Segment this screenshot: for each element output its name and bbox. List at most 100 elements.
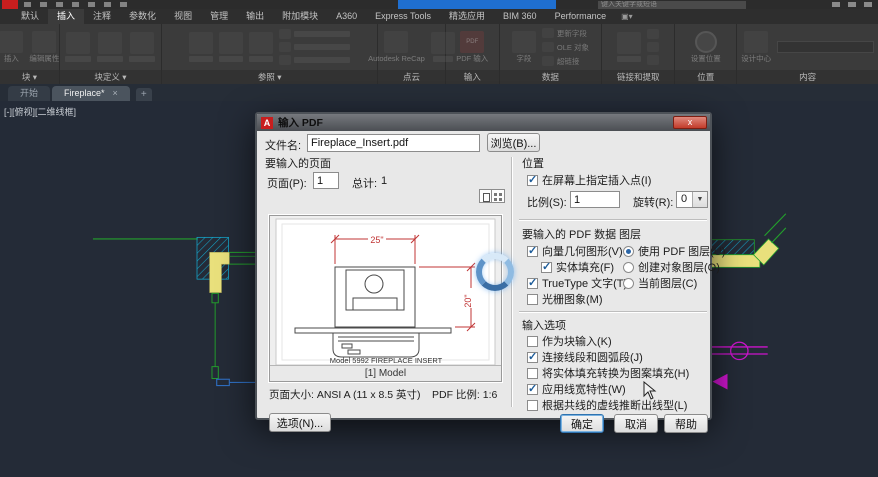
vector-geometry-checkbox[interactable]: 向量几何图形(V): [527, 243, 623, 259]
underlay-layers-icon[interactable]: [279, 29, 292, 39]
solid-fills-checkbox[interactable]: 实体填充(F): [541, 259, 614, 275]
tab-manage[interactable]: 管理: [201, 9, 237, 24]
undo-icon[interactable]: [88, 2, 95, 7]
panel-label-reference[interactable]: 参照 ▾: [162, 70, 378, 84]
workspace-icon[interactable]: [120, 2, 127, 7]
autocad-logo-icon[interactable]: [2, 0, 18, 9]
signin-icon[interactable]: [832, 2, 840, 7]
panel-label-location[interactable]: 位置: [675, 70, 737, 84]
file-name-input[interactable]: [307, 134, 480, 152]
checkbox-icon[interactable]: [527, 173, 538, 186]
tab-performance[interactable]: Performance: [546, 9, 616, 24]
tab-home[interactable]: 默认: [12, 9, 48, 24]
checkbox-icon[interactable]: [527, 276, 538, 289]
raster-images-checkbox[interactable]: 光栅图象(M): [527, 291, 603, 307]
checkbox-icon[interactable]: [527, 350, 538, 363]
tab-a360[interactable]: A360: [327, 9, 366, 24]
single-page-view-button[interactable]: [479, 189, 492, 203]
chevron-down-icon[interactable]: ▼: [692, 192, 707, 207]
dialog-close-button[interactable]: x: [673, 116, 707, 129]
infer-linetypes-checkbox[interactable]: 根据共线的虚线推断出线型(L): [527, 397, 687, 413]
tab-insert[interactable]: 插入: [48, 9, 85, 24]
quick-access-toolbar[interactable]: [24, 2, 127, 7]
open-icon[interactable]: [40, 2, 47, 7]
download-icon[interactable]: [647, 55, 660, 65]
insert-block-button[interactable]: 插入: [0, 31, 24, 63]
redo-icon[interactable]: [104, 2, 111, 7]
create-object-layers-radio[interactable]: 创建对象图层(O): [623, 259, 720, 275]
update-fields-button[interactable]: 更新字段: [541, 28, 589, 39]
ok-button[interactable]: 确定: [560, 414, 604, 433]
pdf-import-button[interactable]: PDF PDF 输入: [456, 31, 488, 63]
close-tab-icon[interactable]: ×: [113, 86, 118, 101]
ribbon-options-icon[interactable]: ▣▾: [615, 9, 639, 24]
upload-icon[interactable]: [647, 42, 660, 52]
print-icon[interactable]: [72, 2, 79, 7]
save-icon[interactable]: [56, 2, 63, 7]
create-block-button[interactable]: [65, 32, 92, 62]
tab-addins[interactable]: 附加模块: [273, 9, 327, 24]
help-button[interactable]: 帮助: [664, 414, 708, 433]
browse-button[interactable]: 浏览(B)...: [487, 133, 540, 152]
panel-label-block[interactable]: 块 ▾: [0, 70, 59, 84]
panel-label-content[interactable]: 内容: [737, 70, 878, 84]
panel-label-block-definition[interactable]: 块定义 ▾: [59, 70, 162, 84]
checkbox-icon[interactable]: [541, 260, 552, 273]
snap-underlay-icon[interactable]: [279, 55, 292, 65]
set-location-button[interactable]: 设置位置: [691, 31, 721, 63]
checkbox-icon[interactable]: [527, 244, 538, 257]
data-extraction-button[interactable]: [617, 32, 642, 62]
tab-output[interactable]: 输出: [237, 9, 273, 24]
checkbox-icon[interactable]: [527, 335, 538, 347]
new-icon[interactable]: [24, 2, 31, 7]
adjust-button[interactable]: [249, 32, 274, 62]
options-button[interactable]: 选项(N)...: [269, 413, 331, 432]
panel-label-linking[interactable]: 链接和提取: [602, 70, 675, 84]
checkbox-icon[interactable]: [527, 367, 538, 379]
tab-annotate[interactable]: 注释: [84, 9, 120, 24]
panel-label-import[interactable]: 输入: [445, 70, 499, 84]
tab-view[interactable]: 视图: [165, 9, 201, 24]
clip-button[interactable]: [219, 32, 244, 62]
pdf-preview-box[interactable]: 25" 20" Model 5992 FIREPLACE INSERT [1] …: [269, 215, 502, 382]
import-as-block-checkbox[interactable]: 作为块输入(K): [527, 333, 612, 349]
panel-label-point-cloud[interactable]: 点云: [378, 70, 445, 84]
page-number-input[interactable]: [313, 172, 339, 189]
tab-featured-apps[interactable]: 精选应用: [440, 9, 494, 24]
design-center-button[interactable]: 设计中心: [741, 31, 771, 63]
file-tab-start[interactable]: 开始: [8, 86, 51, 101]
specify-on-screen-checkbox[interactable]: 在屏幕上指定插入点(I): [527, 172, 651, 188]
recap-button[interactable]: Autodesk ReCap: [368, 31, 425, 63]
frame-icon[interactable]: [279, 42, 292, 52]
radio-icon[interactable]: [623, 245, 634, 257]
checkbox-icon[interactable]: [527, 382, 538, 395]
ole-object-button[interactable]: OLE 对象: [541, 42, 589, 53]
convert-solids-checkbox[interactable]: 将实体填充转换为图案填充(H): [527, 365, 689, 381]
checkbox-icon[interactable]: [527, 399, 538, 411]
cancel-button[interactable]: 取消: [614, 414, 658, 433]
edit-attribute-button[interactable]: 编辑属性: [29, 31, 59, 63]
link-data-icon[interactable]: [647, 29, 660, 39]
hyperlink-button[interactable]: 超链接: [541, 56, 589, 67]
attach-button[interactable]: [189, 32, 214, 62]
define-attributes-button[interactable]: [97, 32, 124, 62]
content-search-input[interactable]: [777, 41, 875, 53]
help-icon[interactable]: [864, 2, 872, 7]
current-layer-radio[interactable]: 当前图层(C): [623, 275, 697, 291]
radio-icon[interactable]: [623, 261, 634, 273]
radio-icon[interactable]: [623, 277, 634, 289]
apply-lineweight-checkbox[interactable]: 应用线宽特性(W): [527, 381, 626, 397]
titlebar-icons[interactable]: [832, 2, 872, 7]
help-search-input[interactable]: 键入关键字或短语: [598, 1, 746, 9]
scale-input[interactable]: [570, 191, 620, 208]
tab-bim360[interactable]: BIM 360: [494, 9, 546, 24]
checkbox-icon[interactable]: [527, 293, 538, 305]
viewport-controls[interactable]: [-][俯视][二维线框]: [4, 105, 76, 118]
tab-express-tools[interactable]: Express Tools: [366, 9, 440, 24]
truetype-text-checkbox[interactable]: TrueType 文字(T): [527, 275, 627, 291]
manage-attributes-button[interactable]: [129, 32, 156, 62]
new-tab-button[interactable]: +: [135, 88, 152, 101]
file-tab-fireplace[interactable]: Fireplace* ×: [52, 86, 130, 101]
field-button[interactable]: 字段: [511, 31, 536, 63]
join-segments-checkbox[interactable]: 连接线段和圆弧段(J): [527, 349, 643, 365]
